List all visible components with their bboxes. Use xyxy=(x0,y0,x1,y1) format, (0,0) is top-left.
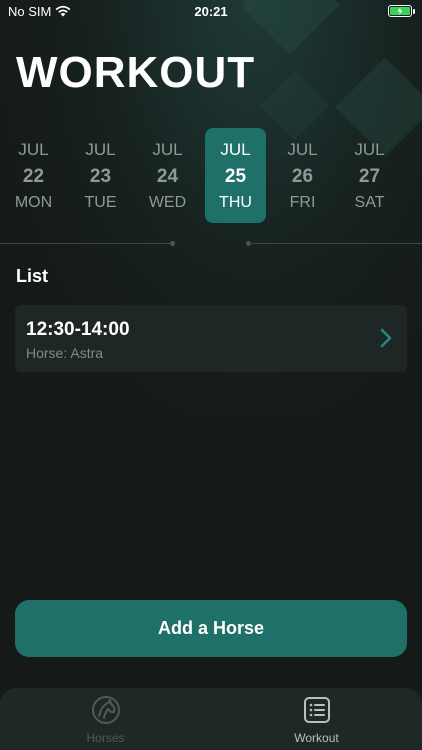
tab-label: Horses xyxy=(86,731,125,745)
day-weekday: MON xyxy=(14,193,53,211)
carrier-label: No SIM xyxy=(8,3,52,19)
day-date: 25 xyxy=(224,165,247,187)
divider-dot xyxy=(170,241,175,246)
workout-time: 12:30-14:00 xyxy=(26,319,130,340)
day-month: JUL xyxy=(354,139,385,159)
workout-list-item[interactable]: 12:30-14:00 Horse: Astra xyxy=(15,305,407,372)
horse-icon xyxy=(91,696,120,724)
day-sat[interactable]: JUL 27 SAT xyxy=(339,128,400,223)
day-weekday: SAT xyxy=(354,193,385,211)
divider-line xyxy=(249,243,422,244)
day-date: 22 xyxy=(22,165,45,187)
day-tue[interactable]: JUL 23 TUE xyxy=(70,128,131,223)
day-weekday: FRI xyxy=(289,193,316,211)
day-month: JUL xyxy=(220,139,251,159)
week-selector: JUL 22 MON JUL 23 TUE JUL 24 WED JUL 25 … xyxy=(0,128,422,223)
day-wed[interactable]: JUL 24 WED xyxy=(137,128,198,223)
day-month: JUL xyxy=(152,139,183,159)
divider-line xyxy=(0,243,172,244)
page-title: WORKOUT xyxy=(16,48,256,97)
day-weekday: THU xyxy=(219,193,252,211)
workout-horse: Horse: Astra xyxy=(26,345,104,361)
day-fri[interactable]: JUL 26 FRI xyxy=(272,128,333,223)
day-thu-selected[interactable]: JUL 25 THU xyxy=(205,128,266,223)
wifi-icon xyxy=(55,5,71,17)
battery-icon xyxy=(388,5,415,17)
chevron-right-icon xyxy=(380,328,392,348)
day-mon[interactable]: JUL 22 MON xyxy=(3,128,64,223)
list-icon xyxy=(303,697,330,723)
add-horse-button[interactable]: Add a Horse xyxy=(15,600,407,657)
day-weekday: WED xyxy=(148,193,187,211)
day-month: JUL xyxy=(287,139,318,159)
day-month: JUL xyxy=(85,139,116,159)
status-bar: No SIM 20:21 xyxy=(0,0,422,22)
tab-workout[interactable]: Workout xyxy=(211,688,422,750)
day-date: 24 xyxy=(156,165,179,187)
list-heading: List xyxy=(16,266,49,286)
day-date: 27 xyxy=(358,165,381,187)
tab-label: Workout xyxy=(294,731,339,745)
day-date: 23 xyxy=(89,165,112,187)
day-weekday: TUE xyxy=(84,193,117,211)
tab-horses[interactable]: Horses xyxy=(0,688,211,750)
day-month: JUL xyxy=(18,139,49,159)
tab-bar: Horses Workout xyxy=(0,688,422,750)
day-date: 26 xyxy=(291,165,314,187)
